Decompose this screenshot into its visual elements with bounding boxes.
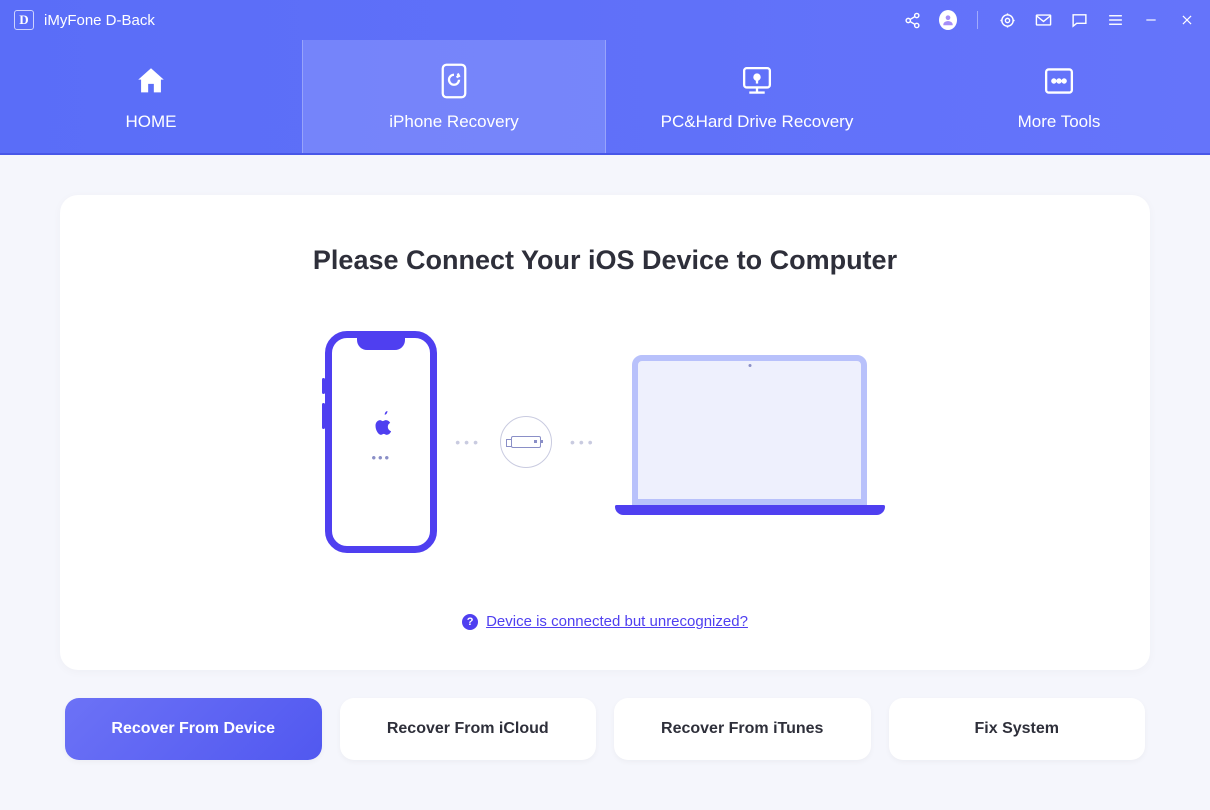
phone-icon: ••• xyxy=(325,331,437,553)
nav-more-tools[interactable]: More Tools xyxy=(908,40,1210,153)
tab-recover-device[interactable]: Recover From Device xyxy=(65,698,322,760)
share-icon[interactable] xyxy=(903,11,921,29)
content-area: Please Connect Your iOS Device to Comput… xyxy=(0,155,1210,670)
connect-illustration: ••• ••• ••• xyxy=(100,331,1110,553)
app-title: iMyFone D-Back xyxy=(44,12,155,29)
bottom-tabs: Recover From Device Recover From iCloud … xyxy=(0,670,1210,790)
help-badge-icon: ? xyxy=(462,614,478,630)
minimize-icon[interactable] xyxy=(1142,11,1160,29)
tab-label: Recover From iTunes xyxy=(661,720,823,738)
drive-icon xyxy=(737,62,777,100)
home-icon xyxy=(131,62,171,100)
refresh-phone-icon xyxy=(434,62,474,100)
card-heading: Please Connect Your iOS Device to Comput… xyxy=(100,245,1110,276)
navbar: HOME iPhone Recovery PC&Hard Drive Recov… xyxy=(0,40,1210,155)
apple-logo-icon xyxy=(370,409,392,440)
nav-label: More Tools xyxy=(1018,112,1101,132)
laptop-icon xyxy=(615,355,885,530)
connector-dots-left: ••• xyxy=(455,434,482,450)
app-logo: D xyxy=(14,10,34,30)
nav-iphone-recovery[interactable]: iPhone Recovery xyxy=(302,40,606,153)
tab-recover-itunes[interactable]: Recover From iTunes xyxy=(614,698,871,760)
nav-pc-recovery[interactable]: PC&Hard Drive Recovery xyxy=(606,40,908,153)
chat-icon[interactable] xyxy=(1070,11,1088,29)
help-link[interactable]: Device is connected but unrecognized? xyxy=(486,613,748,630)
titlebar-divider xyxy=(977,11,978,29)
nav-home[interactable]: HOME xyxy=(0,40,302,153)
tab-label: Recover From Device xyxy=(111,720,275,738)
connector-dots-right: ••• xyxy=(570,434,597,450)
close-icon[interactable] xyxy=(1178,11,1196,29)
titlebar: D iMyFone D-Back xyxy=(0,0,1210,40)
tab-label: Recover From iCloud xyxy=(387,720,549,738)
help-row: ? Device is connected but unrecognized? xyxy=(100,613,1110,630)
avatar-icon[interactable] xyxy=(939,11,957,29)
titlebar-icons xyxy=(903,11,1196,29)
menu-icon[interactable] xyxy=(1106,11,1124,29)
nav-label: HOME xyxy=(126,112,177,132)
more-icon xyxy=(1039,62,1079,100)
usb-icon xyxy=(500,416,552,468)
target-icon[interactable] xyxy=(998,11,1016,29)
phone-dots: ••• xyxy=(371,450,391,465)
tab-label: Fix System xyxy=(975,720,1059,738)
tab-recover-icloud[interactable]: Recover From iCloud xyxy=(340,698,597,760)
mail-icon[interactable] xyxy=(1034,11,1052,29)
nav-label: iPhone Recovery xyxy=(389,112,518,132)
connect-card: Please Connect Your iOS Device to Comput… xyxy=(60,195,1150,670)
nav-label: PC&Hard Drive Recovery xyxy=(661,112,854,132)
tab-fix-system[interactable]: Fix System xyxy=(889,698,1146,760)
